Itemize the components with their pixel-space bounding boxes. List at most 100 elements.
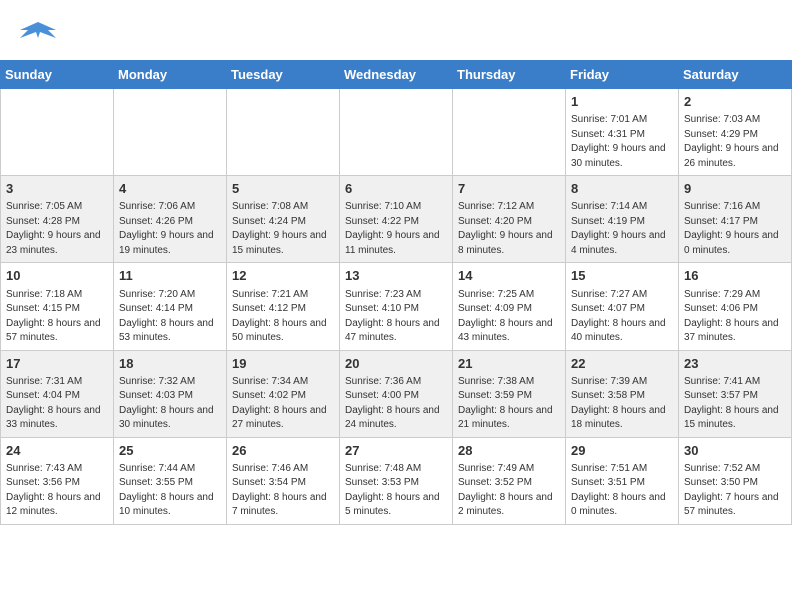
weekday-header-saturday: Saturday [679,61,792,89]
day-number: 16 [684,267,786,285]
day-number: 27 [345,442,447,460]
day-number: 17 [6,355,108,373]
calendar-cell: 20 Sunrise: 7:36 AM Sunset: 4:00 PM Dayli… [340,350,453,437]
calendar-body: 1 Sunrise: 7:01 AM Sunset: 4:31 PM Daylig… [1,89,792,525]
calendar-cell: 26 Sunrise: 7:46 AM Sunset: 3:54 PM Dayli… [227,437,340,524]
calendar-cell [1,89,114,176]
calendar-cell: 6Sunrise: 7:10 AM Sunset: 4:22 PM Daylig… [340,176,453,263]
day-number: 4 [119,180,221,198]
day-number: 25 [119,442,221,460]
day-info: Sunrise: 7:12 AM Sunset: 4:20 PM Dayligh… [458,200,560,258]
day-info: Sunrise: 7:25 AM Sunset: 4:09 PM Dayligh… [458,288,560,346]
calendar-week-row: 24 Sunrise: 7:43 AM Sunset: 3:56 PM Dayli… [1,437,792,524]
calendar-cell: 1 Sunrise: 7:01 AM Sunset: 4:31 PM Daylig… [566,89,679,176]
day-number: 28 [458,442,560,460]
day-number: 24 [6,442,108,460]
calendar-cell: 5Sunrise: 7:08 AM Sunset: 4:24 PM Daylig… [227,176,340,263]
day-info: Sunrise: 7:46 AM Sunset: 3:54 PM Dayligh… [232,462,334,520]
weekday-header-friday: Friday [566,61,679,89]
calendar-cell [114,89,227,176]
day-number: 7 [458,180,560,198]
day-info: Sunrise: 7:52 AM Sunset: 3:50 PM Dayligh… [684,462,786,520]
day-info: Sunrise: 7:39 AM Sunset: 3:58 PM Dayligh… [571,375,673,433]
calendar-header: SundayMondayTuesdayWednesdayThursdayFrid… [1,61,792,89]
calendar-cell: 16 Sunrise: 7:29 AM Sunset: 4:06 PM Dayli… [679,263,792,350]
day-number: 14 [458,267,560,285]
day-info: Sunrise: 7:36 AM Sunset: 4:00 PM Dayligh… [345,375,447,433]
calendar-cell: 2 Sunrise: 7:03 AM Sunset: 4:29 PM Daylig… [679,89,792,176]
calendar-cell [340,89,453,176]
day-info: Sunrise: 7:01 AM Sunset: 4:31 PM Dayligh… [571,113,673,171]
day-number: 22 [571,355,673,373]
calendar-cell: 29Sunrise: 7:51 AM Sunset: 3:51 PM Dayli… [566,437,679,524]
calendar-cell [453,89,566,176]
calendar-cell: 19 Sunrise: 7:34 AM Sunset: 4:02 PM Dayli… [227,350,340,437]
day-info: Sunrise: 7:05 AM Sunset: 4:28 PM Dayligh… [6,200,108,258]
calendar-cell: 4 Sunrise: 7:06 AM Sunset: 4:26 PM Daylig… [114,176,227,263]
calendar-cell: 9 Sunrise: 7:16 AM Sunset: 4:17 PM Daylig… [679,176,792,263]
day-number: 10 [6,267,108,285]
day-info: Sunrise: 7:03 AM Sunset: 4:29 PM Dayligh… [684,113,786,171]
day-info: Sunrise: 7:23 AM Sunset: 4:10 PM Dayligh… [345,288,447,346]
calendar-week-row: 3 Sunrise: 7:05 AM Sunset: 4:28 PM Daylig… [1,176,792,263]
weekday-header-row: SundayMondayTuesdayWednesdayThursdayFrid… [1,61,792,89]
calendar-cell: 13 Sunrise: 7:23 AM Sunset: 4:10 PM Dayli… [340,263,453,350]
day-info: Sunrise: 7:43 AM Sunset: 3:56 PM Dayligh… [6,462,108,520]
day-info: Sunrise: 7:10 AM Sunset: 4:22 PM Dayligh… [345,200,447,258]
calendar-cell: 12Sunrise: 7:21 AM Sunset: 4:12 PM Dayli… [227,263,340,350]
day-number: 11 [119,267,221,285]
day-info: Sunrise: 7:29 AM Sunset: 4:06 PM Dayligh… [684,288,786,346]
day-number: 20 [345,355,447,373]
day-number: 13 [345,267,447,285]
day-number: 21 [458,355,560,373]
day-number: 2 [684,93,786,111]
day-number: 19 [232,355,334,373]
calendar-cell: 7 Sunrise: 7:12 AM Sunset: 4:20 PM Daylig… [453,176,566,263]
calendar-cell: 24 Sunrise: 7:43 AM Sunset: 3:56 PM Dayli… [1,437,114,524]
day-info: Sunrise: 7:32 AM Sunset: 4:03 PM Dayligh… [119,375,221,433]
day-info: Sunrise: 7:34 AM Sunset: 4:02 PM Dayligh… [232,375,334,433]
calendar-cell: 3 Sunrise: 7:05 AM Sunset: 4:28 PM Daylig… [1,176,114,263]
day-number: 15 [571,267,673,285]
calendar-cell: 27Sunrise: 7:48 AM Sunset: 3:53 PM Dayli… [340,437,453,524]
calendar-cell: 10 Sunrise: 7:18 AM Sunset: 4:15 PM Dayli… [1,263,114,350]
logo-icon [20,16,56,52]
day-info: Sunrise: 7:20 AM Sunset: 4:14 PM Dayligh… [119,288,221,346]
calendar-cell: 23 Sunrise: 7:41 AM Sunset: 3:57 PM Dayli… [679,350,792,437]
day-info: Sunrise: 7:38 AM Sunset: 3:59 PM Dayligh… [458,375,560,433]
day-number: 29 [571,442,673,460]
logo [20,16,60,52]
day-info: Sunrise: 7:44 AM Sunset: 3:55 PM Dayligh… [119,462,221,520]
weekday-header-monday: Monday [114,61,227,89]
weekday-header-sunday: Sunday [1,61,114,89]
day-number: 12 [232,267,334,285]
day-info: Sunrise: 7:31 AM Sunset: 4:04 PM Dayligh… [6,375,108,433]
day-info: Sunrise: 7:14 AM Sunset: 4:19 PM Dayligh… [571,200,673,258]
day-number: 9 [684,180,786,198]
day-info: Sunrise: 7:41 AM Sunset: 3:57 PM Dayligh… [684,375,786,433]
calendar-cell: 18Sunrise: 7:32 AM Sunset: 4:03 PM Dayli… [114,350,227,437]
calendar-week-row: 17 Sunrise: 7:31 AM Sunset: 4:04 PM Dayli… [1,350,792,437]
day-info: Sunrise: 7:06 AM Sunset: 4:26 PM Dayligh… [119,200,221,258]
day-number: 26 [232,442,334,460]
day-info: Sunrise: 7:18 AM Sunset: 4:15 PM Dayligh… [6,288,108,346]
day-info: Sunrise: 7:16 AM Sunset: 4:17 PM Dayligh… [684,200,786,258]
day-number: 23 [684,355,786,373]
day-info: Sunrise: 7:49 AM Sunset: 3:52 PM Dayligh… [458,462,560,520]
calendar-table: SundayMondayTuesdayWednesdayThursdayFrid… [0,60,792,525]
calendar-cell [227,89,340,176]
calendar-cell: 25 Sunrise: 7:44 AM Sunset: 3:55 PM Dayli… [114,437,227,524]
calendar-cell: 14 Sunrise: 7:25 AM Sunset: 4:09 PM Dayli… [453,263,566,350]
calendar-cell: 8Sunrise: 7:14 AM Sunset: 4:19 PM Daylig… [566,176,679,263]
calendar-cell: 15 Sunrise: 7:27 AM Sunset: 4:07 PM Dayli… [566,263,679,350]
day-info: Sunrise: 7:27 AM Sunset: 4:07 PM Dayligh… [571,288,673,346]
day-number: 1 [571,93,673,111]
calendar-cell: 28 Sunrise: 7:49 AM Sunset: 3:52 PM Dayli… [453,437,566,524]
weekday-header-tuesday: Tuesday [227,61,340,89]
weekday-header-thursday: Thursday [453,61,566,89]
calendar-cell: 30Sunrise: 7:52 AM Sunset: 3:50 PM Dayli… [679,437,792,524]
day-number: 3 [6,180,108,198]
calendar-cell: 22 Sunrise: 7:39 AM Sunset: 3:58 PM Dayli… [566,350,679,437]
day-number: 5 [232,180,334,198]
page-header [0,0,792,60]
